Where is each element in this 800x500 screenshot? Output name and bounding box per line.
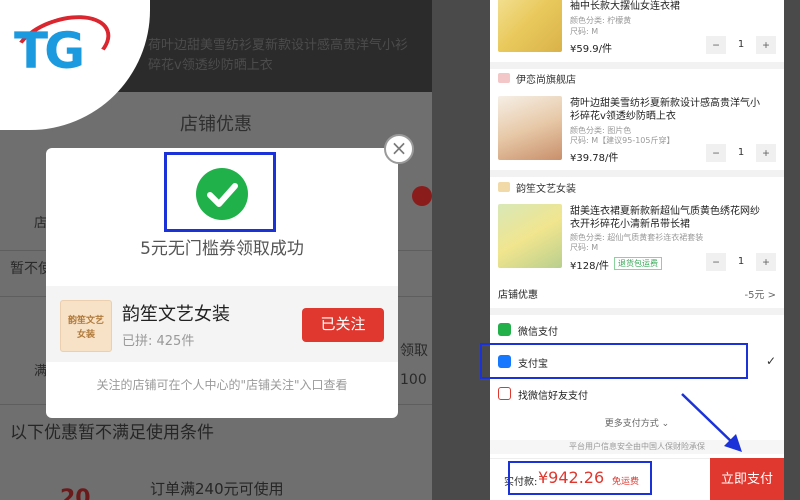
product-title: 袖中长款大摆仙女连衣裙 — [570, 1, 680, 12]
quantity-value[interactable]: 1 — [730, 253, 752, 271]
product-price: ¥128/件 — [570, 261, 609, 272]
shop-icon — [498, 182, 510, 192]
annotation-arrow-icon — [681, 393, 742, 452]
product-size: 尺码: M【建议95-105斤穿】 — [570, 136, 675, 145]
dimmed-coupon-amount: 20 — [60, 486, 91, 500]
minus-button[interactable]: − — [706, 253, 726, 271]
payment-label: 微信支付 — [518, 327, 558, 338]
product-size: 尺码: M — [570, 27, 599, 36]
dimmed-product-title-2: 碎花v领透纱防晒上衣 — [148, 58, 273, 73]
quantity-stepper: − 1 + — [706, 144, 776, 162]
product-price: ¥39.78/件 — [570, 153, 619, 164]
shop-logo-text-2: 女装 — [76, 330, 95, 340]
product-title: 荷叶边甜美雪纺衫夏新款设计感高贵洋气小衫碎花v领透纱防晒上衣 — [570, 98, 760, 122]
return-shipping-badge: 退货包运费 — [614, 257, 662, 270]
dimmed-selected-dot — [412, 186, 432, 206]
quantity-stepper: − 1 + — [706, 36, 776, 54]
quantity-value[interactable]: 1 — [730, 36, 752, 54]
close-icon[interactable]: × — [384, 134, 414, 164]
shop-name[interactable]: 伊恋尚旗舰店 — [516, 71, 576, 86]
left-panel: 荷叶边甜美雪纺衫夏新款设计感高贵洋气小衫 碎花v领透纱防晒上衣 店铺优惠 店 暂… — [0, 0, 432, 500]
divider — [490, 170, 784, 177]
shop-coupon-value[interactable]: -5元 > — [744, 286, 776, 301]
selected-check-icon: ✓ — [765, 354, 776, 368]
wechat-icon — [498, 323, 511, 336]
product-title: 甜美连衣裙夏新款新超仙气质黄色绣花网纱衣开衫碎花小清新吊带长裙 — [570, 206, 760, 230]
payment-label: 找微信好友支付 — [518, 391, 588, 402]
shop-logo-text-1: 韵笙文艺 — [67, 316, 104, 326]
followed-button[interactable]: 已关注 — [302, 308, 384, 342]
coupon-success-modal: 5元无门槛券领取成功 韵笙文艺 女装 韵笙文艺女装 已拼: 425件 已关注 关… — [46, 148, 398, 418]
logo-text: TG — [14, 22, 85, 80]
dimmed-product-title-1: 荷叶边甜美雪纺衫夏新款设计感高贵洋气小衫 — [148, 38, 409, 53]
plus-button[interactable]: + — [756, 253, 776, 271]
coupon-condition: 订单满240元可使用 — [150, 480, 284, 498]
product-image[interactable] — [498, 204, 562, 268]
dimmed-item-claim: 领取 — [400, 343, 428, 359]
shop-sold-count: 已拼: 425件 — [122, 334, 195, 349]
shop-icon — [498, 73, 510, 83]
product-image[interactable] — [498, 96, 562, 160]
success-message: 5元无门槛券领取成功 — [140, 239, 304, 259]
payment-option-wechat[interactable]: 微信支付 — [490, 314, 784, 346]
unmet-coupons-heading: 以下优惠暂不满足使用条件 — [10, 423, 214, 443]
divider — [490, 62, 784, 69]
plus-button[interactable]: + — [756, 144, 776, 162]
shop-logo: 韵笙文艺 女装 — [60, 300, 112, 352]
shop-name[interactable]: 韵笙文艺女装 — [516, 180, 576, 195]
minus-button[interactable]: − — [706, 36, 726, 54]
annotation-highlight-box — [508, 461, 652, 495]
product-image[interactable] — [498, 0, 562, 52]
success-check-icon — [196, 168, 248, 220]
friend-pay-icon — [498, 387, 511, 400]
product-price: ¥59.9/件 — [570, 44, 612, 55]
product-attr: 颜色分类: 柠檬黄 — [570, 16, 632, 25]
watermark-logo: TG — [0, 0, 150, 132]
pay-now-button[interactable]: 立即支付 — [710, 458, 784, 500]
quantity-stepper: − 1 + — [706, 253, 776, 271]
product-size: 尺码: M — [570, 243, 599, 252]
plus-button[interactable]: + — [756, 36, 776, 54]
shop-info-row[interactable]: 韵笙文艺 女装 韵笙文艺女装 已拼: 425件 已关注 — [46, 286, 398, 362]
minus-button[interactable]: − — [706, 144, 726, 162]
follow-note: 关注的店铺可在个人中心的"店铺关注"入口查看 — [96, 378, 348, 392]
dimmed-item-amount: 100 — [400, 372, 427, 388]
quantity-value[interactable]: 1 — [730, 144, 752, 162]
shop-coupon-label: 店铺优惠 — [498, 290, 538, 301]
annotation-highlight-box — [480, 343, 748, 379]
shop-name: 韵笙文艺女装 — [122, 304, 230, 325]
